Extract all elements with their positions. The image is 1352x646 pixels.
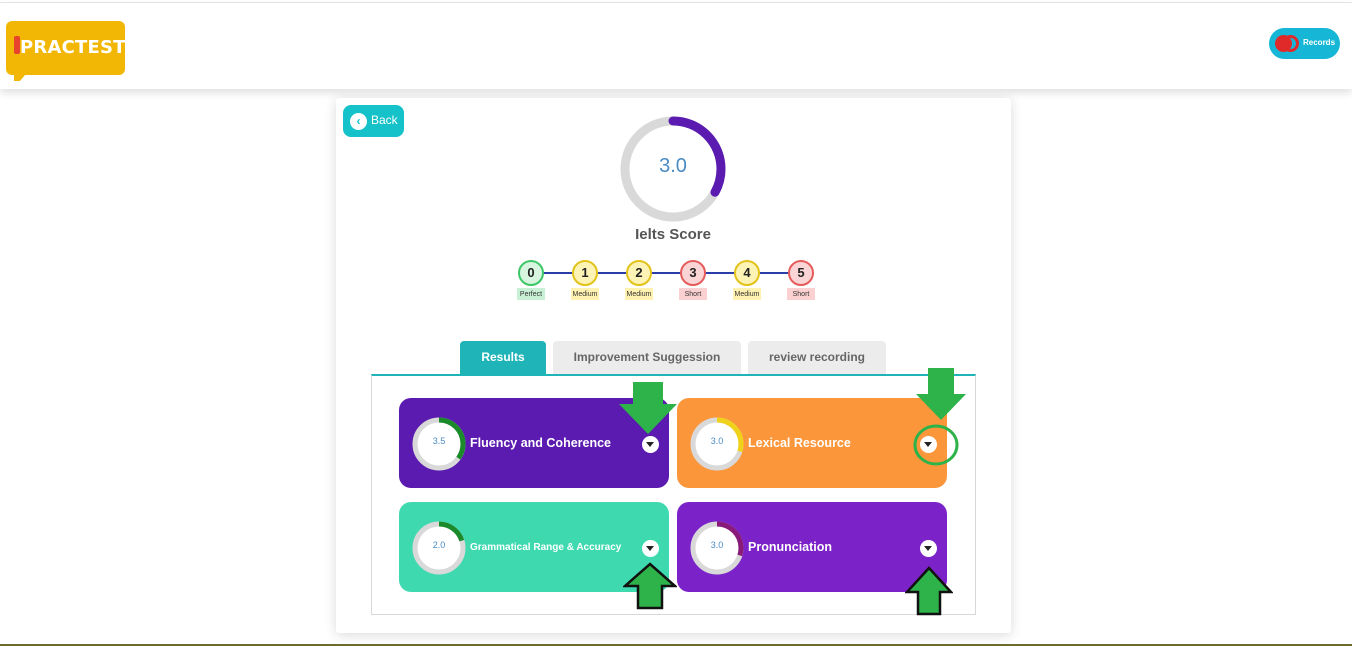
- criterion-label: Pronunciation: [748, 540, 833, 554]
- level-tag: Short: [679, 288, 707, 300]
- logo-speech-tail: [14, 69, 30, 81]
- chevron-down-icon[interactable]: [642, 436, 659, 453]
- level-tag: Perfect: [517, 288, 545, 300]
- criterion-score-value: 2.0: [432, 540, 446, 550]
- criterion-score-value: 3.5: [432, 436, 446, 446]
- level-item: 0 Perfect: [517, 260, 545, 300]
- criterion-label: Lexical Resource: [748, 436, 851, 450]
- level-number: 1: [572, 260, 598, 286]
- chevron-down-icon[interactable]: [920, 540, 937, 557]
- tab-results[interactable]: Results: [460, 341, 546, 374]
- annotation-arrow-down-icon: [916, 368, 966, 420]
- chevron-down-icon[interactable]: [642, 540, 659, 557]
- ielts-score-value: 3.0: [659, 155, 687, 177]
- level-tag: Medium: [733, 288, 761, 300]
- level-item: 2 Medium: [625, 260, 653, 300]
- level-tag: Medium: [571, 288, 599, 300]
- criterion-label: Fluency and Coherence: [470, 436, 612, 450]
- annotation-arrow-down-icon: [619, 382, 677, 434]
- ielts-score-title: Ielts Score: [635, 226, 711, 243]
- level-tag: Short: [787, 288, 815, 300]
- annotation-arrow-up-icon: [905, 566, 953, 616]
- back-button[interactable]: ‹ Back: [343, 105, 404, 137]
- level-item: 5 Short: [787, 260, 815, 300]
- level-item: 1 Medium: [571, 260, 599, 300]
- level-number: 0: [518, 260, 544, 286]
- level-number: 3: [680, 260, 706, 286]
- level-number: 5: [788, 260, 814, 286]
- record-ring-icon: [1282, 35, 1299, 52]
- level-tag: Medium: [625, 288, 653, 300]
- tab-improvement-suggestion[interactable]: Improvement Suggession: [553, 341, 741, 374]
- annotation-circle-icon: [913, 424, 959, 466]
- app-header: PRACTEST Records: [0, 3, 1352, 89]
- logo-text: PRACTEST: [20, 37, 126, 58]
- back-label: Back: [371, 113, 398, 127]
- criterion-label: Grammatical Range & Accuracy: [470, 542, 622, 553]
- records-button[interactable]: Records: [1269, 28, 1340, 59]
- criterion-score-value: 3.0: [710, 540, 724, 550]
- records-label: Records: [1303, 38, 1336, 47]
- level-item: 4 Medium: [733, 260, 761, 300]
- level-number: 4: [734, 260, 760, 286]
- annotation-arrow-up-icon: [623, 562, 677, 610]
- chevron-left-icon: ‹: [350, 113, 367, 130]
- criterion-score-value: 3.0: [710, 436, 724, 446]
- criterion-card-lexical-resource[interactable]: 3.0 Lexical Resource: [677, 398, 947, 488]
- level-item: 3 Short: [679, 260, 707, 300]
- tab-review-recording[interactable]: review recording: [748, 341, 886, 374]
- level-number: 2: [626, 260, 652, 286]
